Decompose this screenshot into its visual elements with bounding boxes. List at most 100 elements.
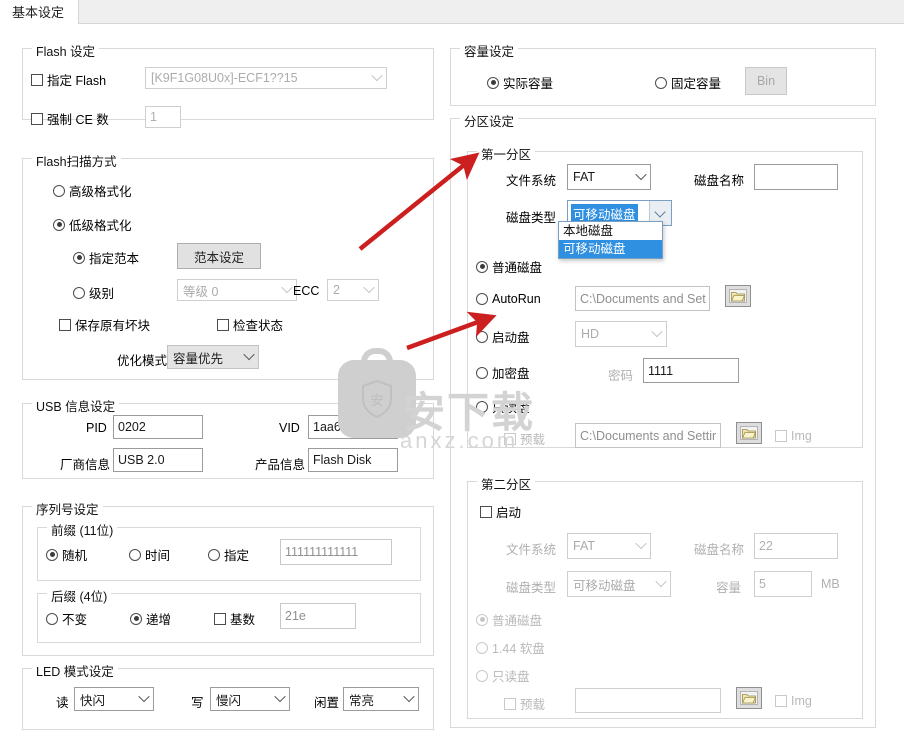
button-browse-preload-1[interactable] <box>736 422 762 444</box>
button-bin[interactable]: Bin <box>745 67 787 95</box>
radio-label: 不变 <box>62 613 88 627</box>
radio-prefix-time[interactable]: 时间 <box>129 545 170 564</box>
label-password-1: 密码 <box>608 369 634 383</box>
checkbox-img-1[interactable]: Img <box>775 429 812 443</box>
group-flash-settings-title: Flash 设定 <box>32 41 100 60</box>
group-serial-suffix: 后缀 (4位) 不变 递增 基数 21e <box>37 586 421 643</box>
combo-optimize-value: 容量优先 <box>173 351 224 366</box>
chevron-down-icon <box>363 281 375 294</box>
radio-label: 普通磁盘 <box>492 261 543 275</box>
group-led-mode-title: LED 模式设定 <box>32 661 118 680</box>
input-product-info[interactable]: Flash Disk <box>308 448 398 472</box>
combo-led-idle-value: 常亮 <box>349 693 375 708</box>
radio-normal-disk-2[interactable]: 普通磁盘 <box>476 610 542 629</box>
combo-fs-2[interactable]: FAT <box>567 533 651 559</box>
checkbox-box <box>31 112 43 125</box>
checkbox-enable-partition-2[interactable]: 启动 <box>480 502 521 521</box>
group-first-partition: 第一分区 文件系统 FAT 磁盘名称 磁盘类型 可移动磁盘 普通磁盘 AutoR… <box>467 144 863 448</box>
combo-led-idle[interactable]: 常亮 <box>343 687 419 711</box>
dropdown-option-removable-disk[interactable]: 可移动磁盘 <box>559 240 662 258</box>
group-capacity-settings: 容量设定 实际容量 固定容量 Bin <box>450 41 876 106</box>
input-capacity-2[interactable]: 5 <box>754 571 812 597</box>
input-preload-path-2[interactable] <box>575 688 721 713</box>
input-force-ce-count[interactable]: 1 <box>145 106 181 128</box>
radio-encrypt-disk-1[interactable]: 加密盘 <box>476 363 530 382</box>
radio-fixed-capacity[interactable]: 固定容量 <box>655 73 721 92</box>
checkbox-specify-flash[interactable]: 指定 Flash <box>31 70 106 89</box>
input-vendor-info[interactable]: USB 2.0 <box>113 448 203 472</box>
radio-normal-disk-1[interactable]: 普通磁盘 <box>476 257 542 276</box>
combo-disk-type-1-value: 可移动磁盘 <box>571 203 638 223</box>
radio-floppy-2[interactable]: 1.44 软盘 <box>476 638 545 657</box>
combo-led-read[interactable]: 快闪 <box>74 687 154 711</box>
group-flash-scan-title: Flash扫描方式 <box>32 151 121 170</box>
group-second-partition-title: 第二分区 <box>477 474 536 493</box>
input-autorun-path-1[interactable]: C:\Documents and Set <box>575 286 710 311</box>
combo-fs-1[interactable]: FAT <box>567 164 651 190</box>
radio-suffix-increment[interactable]: 递增 <box>130 609 171 628</box>
radio-prefix-random[interactable]: 随机 <box>46 545 87 564</box>
chevron-down-icon <box>281 281 293 294</box>
combo-ecc[interactable]: 2 <box>327 279 379 301</box>
button-browse-preload-2[interactable] <box>736 687 762 709</box>
radio-readonly-disk-1[interactable]: 只读盘 <box>476 397 530 416</box>
input-suffix-radix[interactable]: 21e <box>280 603 356 629</box>
dropdown-disk-type-1-list[interactable]: 本地磁盘 可移动磁盘 <box>558 221 663 259</box>
combo-flash-model[interactable]: [K9F1G08U0x]-ECF1??15 <box>145 67 387 89</box>
checkbox-suffix-radix[interactable]: 基数 <box>214 609 255 628</box>
radio-high-format[interactable]: 高级格式化 <box>53 181 132 200</box>
radio-circle <box>46 612 58 625</box>
combo-level-value: 等级 0 <box>183 284 219 299</box>
input-preload-path-1[interactable]: C:\Documents and Settir <box>575 423 721 448</box>
checkbox-box <box>214 612 226 625</box>
group-led-mode: LED 模式设定 读 快闪 写 慢闪 闲置 常亮 <box>22 661 434 730</box>
radio-readonly-disk-2[interactable]: 只读盘 <box>476 666 530 685</box>
combo-disk-type-2[interactable]: 可移动磁盘 <box>567 571 671 597</box>
radio-label: 只读盘 <box>492 401 530 415</box>
radio-suffix-fixed[interactable]: 不变 <box>46 609 87 628</box>
radio-low-format[interactable]: 低级格式化 <box>53 215 132 234</box>
combo-optimize-mode[interactable]: 容量优先 <box>167 345 259 369</box>
combo-level[interactable]: 等级 0 <box>177 279 297 301</box>
label-vendor-info: 厂商信息 <box>60 458 111 472</box>
checkbox-preload-1[interactable]: 预载 <box>504 429 545 448</box>
input-password-1[interactable]: 1111 <box>643 358 739 383</box>
radio-specify-template[interactable]: 指定范本 <box>73 248 139 267</box>
chevron-down-icon <box>655 575 667 588</box>
radio-autorun-1[interactable]: AutoRun <box>476 292 541 306</box>
input-vid[interactable]: 1aa6 <box>308 415 398 439</box>
combo-led-write-value: 慢闪 <box>216 693 242 708</box>
input-disk-name-2[interactable]: 22 <box>754 533 838 559</box>
radio-prefix-specify[interactable]: 指定 <box>208 545 249 564</box>
folder-icon <box>740 691 758 705</box>
chevron-down-icon <box>635 168 647 181</box>
label-led-idle: 闲置 <box>314 696 340 710</box>
folder-icon <box>740 426 758 440</box>
input-prefix-specify[interactable]: 111111111111 <box>280 539 392 565</box>
checkbox-force-ce[interactable]: 强制 CE 数 <box>31 109 109 128</box>
input-value: 0202 <box>118 420 146 434</box>
label-capacity-2: 容量 <box>716 581 742 595</box>
button-browse-autorun-1[interactable] <box>725 285 751 307</box>
tab-basic-settings[interactable]: 基本设定 <box>0 0 80 24</box>
input-disk-name-1[interactable] <box>754 164 838 190</box>
input-value: USB 2.0 <box>118 453 165 467</box>
combo-led-write[interactable]: 慢闪 <box>210 687 290 711</box>
button-template-settings[interactable]: 范本设定 <box>177 243 261 269</box>
input-pid[interactable]: 0202 <box>113 415 203 439</box>
label-optimize-mode: 优化模式 <box>117 354 168 368</box>
checkbox-keep-bad-blocks[interactable]: 保存原有坏块 <box>59 315 150 334</box>
radio-circle <box>476 293 488 305</box>
combo-boot-type-1[interactable]: HD <box>575 321 667 347</box>
input-value: 111111111111 <box>285 545 359 559</box>
checkbox-preload-2[interactable]: 预载 <box>504 694 545 713</box>
radio-actual-capacity[interactable]: 实际容量 <box>487 73 553 92</box>
radio-boot-disk-1[interactable]: 启动盘 <box>476 327 530 346</box>
radio-circle <box>73 286 85 299</box>
radio-label: 1.44 软盘 <box>492 642 545 656</box>
checkbox-check-status[interactable]: 检查状态 <box>217 315 283 334</box>
dropdown-option-local-disk[interactable]: 本地磁盘 <box>559 222 662 240</box>
checkbox-img-2[interactable]: Img <box>775 694 812 708</box>
radio-level[interactable]: 级别 <box>73 283 114 302</box>
radio-label: 加密盘 <box>492 367 530 381</box>
